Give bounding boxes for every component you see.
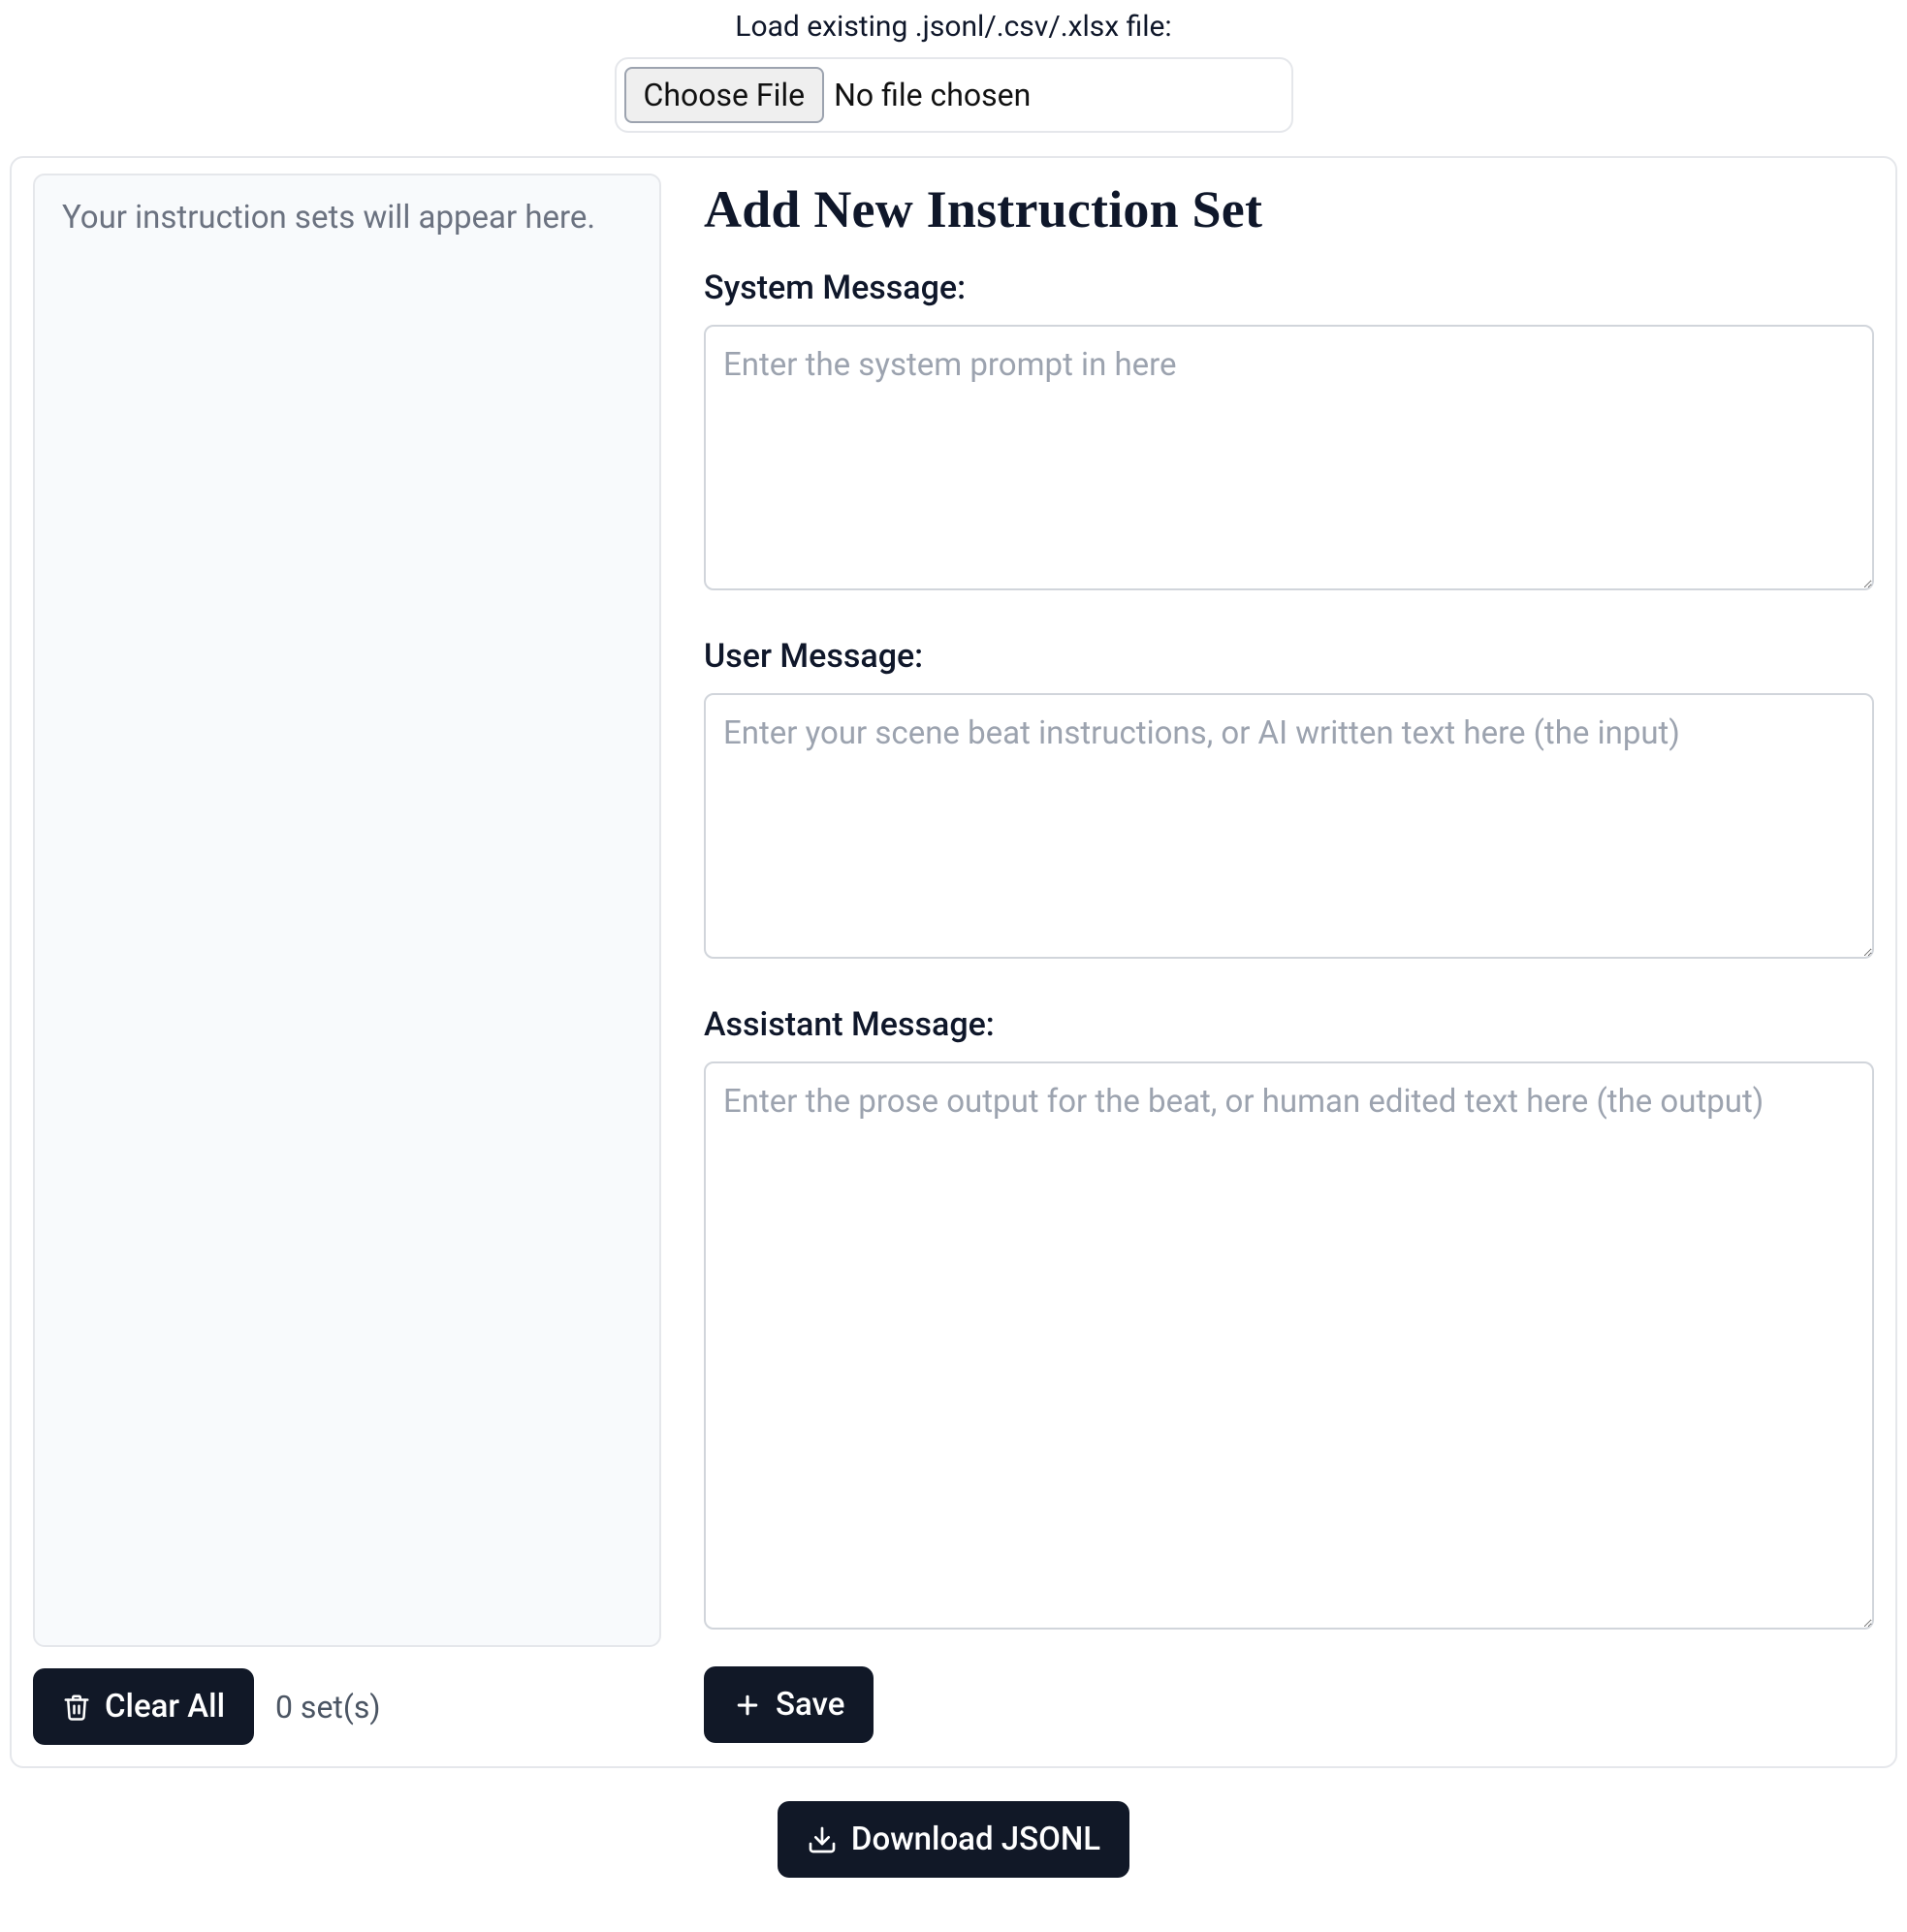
save-button-label: Save — [776, 1686, 844, 1724]
user-message-input[interactable] — [704, 693, 1874, 959]
instruction-sets-panel: Your instruction sets will appear here. — [33, 174, 661, 1647]
choose-file-button[interactable]: Choose File — [624, 67, 825, 123]
file-loader-section: Load existing .jsonl/.csv/.xlsx file: Ch… — [10, 0, 1897, 156]
system-message-label: System Message: — [704, 269, 1874, 307]
system-message-input[interactable] — [704, 325, 1874, 590]
file-chosen-status: No file chosen — [834, 77, 1031, 113]
download-jsonl-button[interactable]: Download JSONL — [778, 1801, 1129, 1878]
download-row: Download JSONL — [10, 1801, 1897, 1878]
form-column: Add New Instruction Set System Message: … — [704, 174, 1874, 1745]
plus-icon — [733, 1691, 762, 1720]
download-icon — [807, 1824, 838, 1855]
left-actions-row: Clear All 0 set(s) — [33, 1668, 661, 1745]
save-button[interactable]: Save — [704, 1666, 874, 1743]
set-count-text: 0 set(s) — [275, 1689, 380, 1726]
file-picker[interactable]: Choose File No file chosen — [615, 57, 1293, 133]
left-column: Your instruction sets will appear here. … — [33, 174, 661, 1745]
file-loader-label: Load existing .jsonl/.csv/.xlsx file: — [10, 10, 1897, 44]
main-card: Your instruction sets will appear here. … — [10, 156, 1897, 1768]
clear-all-button[interactable]: Clear All — [33, 1668, 254, 1745]
trash-icon — [62, 1693, 91, 1722]
assistant-message-label: Assistant Message: — [704, 1005, 1874, 1044]
assistant-message-input[interactable] — [704, 1061, 1874, 1630]
form-heading: Add New Instruction Set — [704, 179, 1874, 239]
download-button-label: Download JSONL — [851, 1821, 1100, 1858]
user-message-label: User Message: — [704, 637, 1874, 676]
empty-state-text: Your instruction sets will appear here. — [62, 199, 632, 237]
clear-all-label: Clear All — [105, 1688, 225, 1726]
